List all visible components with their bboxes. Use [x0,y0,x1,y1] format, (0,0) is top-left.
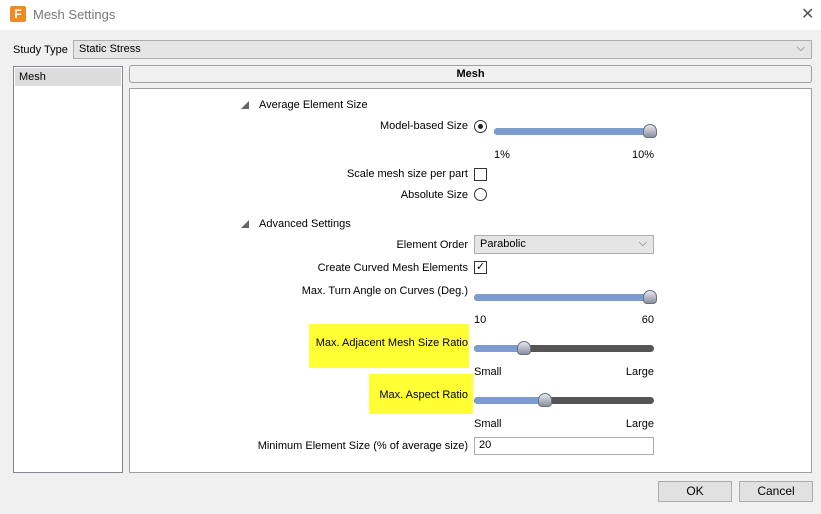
slider-thumb[interactable] [538,393,553,407]
slider-thumb[interactable] [643,124,657,138]
adjacent-ratio-min: Small [474,366,502,378]
scale-per-part-checkbox[interactable] [474,168,487,181]
element-order-label: Element Order [396,239,468,251]
study-type-value: Static Stress [79,43,141,55]
app-logo-icon: F [10,6,26,22]
curved-elements-label: Create Curved Mesh Elements [317,262,468,274]
slider-fill [474,294,650,301]
adjacent-ratio-label: Max. Adjacent Mesh Size Ratio [315,337,468,349]
settings-panel [129,88,812,473]
turn-angle-min: 10 [474,314,487,326]
aspect-ratio-max: Large [625,418,654,430]
collapse-triangle-icon[interactable] [241,220,249,228]
model-based-size-radio[interactable] [474,120,487,133]
min-element-size-label: Minimum Element Size (% of average size) [257,440,468,452]
study-type-label: Study Type [13,44,68,56]
average-element-size-heading: Average Element Size [259,99,368,111]
sidebar: Mesh [13,66,123,473]
window-title: Mesh Settings [33,7,116,22]
slider-thumb[interactable] [643,290,657,304]
element-order-select[interactable]: Parabolic ⌵ [474,235,654,254]
turn-angle-slider[interactable] [474,290,657,304]
ok-button[interactable]: OK [658,481,732,502]
scale-per-part-label: Scale mesh size per part [346,168,468,180]
aspect-ratio-min: Small [474,418,502,430]
aspect-ratio-label: Max. Aspect Ratio [379,389,468,401]
title-bar [0,0,821,30]
slider-fill [494,128,650,135]
chevron-down-icon: ⌵ [638,237,647,249]
advanced-settings-heading: Advanced Settings [259,218,351,230]
chevron-down-icon: ⌵ [796,42,805,54]
slider-fill [474,397,546,404]
absolute-size-label: Absolute Size [400,189,468,201]
cancel-button[interactable]: Cancel [739,481,813,502]
adjacent-ratio-slider[interactable] [474,341,654,355]
close-icon[interactable]: ✕ [801,4,814,24]
curved-elements-checkbox[interactable]: ✓ [474,261,487,274]
adjacent-ratio-max: Large [625,366,654,378]
panel-title: Mesh [129,65,812,83]
element-order-value: Parabolic [480,238,526,250]
average-size-slider[interactable] [494,124,657,138]
turn-angle-max: 60 [641,314,654,326]
study-type-select[interactable]: Static Stress ⌵ [73,40,812,59]
min-element-size-input[interactable]: 20 [474,437,654,455]
slider-min-label: 1% [494,149,510,161]
model-based-size-label: Model-based Size [379,120,468,132]
aspect-ratio-slider[interactable] [474,393,654,407]
slider-thumb[interactable] [517,341,532,355]
absolute-size-radio[interactable] [474,188,487,201]
turn-angle-label: Max. Turn Angle on Curves (Deg.) [301,285,468,297]
sidebar-item-mesh[interactable]: Mesh [15,68,121,86]
slider-max-label: 10% [631,149,654,161]
collapse-triangle-icon[interactable] [241,101,249,109]
